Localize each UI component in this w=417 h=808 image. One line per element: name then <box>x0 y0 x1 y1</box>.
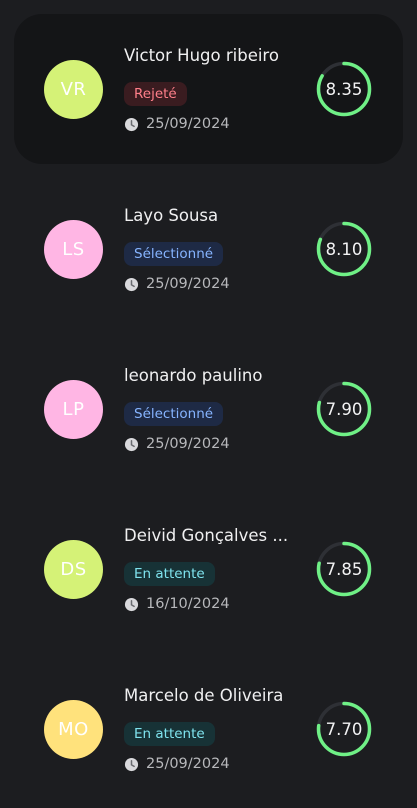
candidate-list: VR Victor Hugo ribeiro Rejeté 25/09/2024… <box>0 0 417 808</box>
clock-icon <box>124 757 139 771</box>
application-date: 25/09/2024 <box>124 436 230 452</box>
avatar-initials: MO <box>58 719 89 740</box>
score-ring: 7.85 <box>315 540 373 598</box>
clock-icon <box>124 597 139 611</box>
avatar: DS <box>44 540 103 599</box>
date-text: 25/09/2024 <box>146 756 230 772</box>
candidate-name: leonardo paulino <box>124 366 263 385</box>
avatar: VR <box>44 60 103 119</box>
status-label: Rejeté <box>134 86 177 102</box>
date-text: 25/09/2024 <box>146 436 230 452</box>
clock-icon <box>124 117 139 131</box>
score-ring: 8.35 <box>315 60 373 118</box>
candidate-card[interactable]: DS Deivid Gonçalves ... En attente 16/10… <box>14 494 403 644</box>
status-badge: En attente <box>124 562 215 586</box>
avatar-initials: DS <box>60 559 87 580</box>
clock-icon <box>124 437 139 451</box>
avatar: MO <box>44 700 103 759</box>
candidate-name: Deivid Gonçalves ... <box>124 526 289 545</box>
avatar: LS <box>44 220 103 279</box>
application-date: 25/09/2024 <box>124 276 230 292</box>
score-value: 8.10 <box>325 239 363 259</box>
status-label: En attente <box>134 566 205 582</box>
clock-icon <box>124 277 139 291</box>
status-badge: Rejeté <box>124 82 187 106</box>
status-label: En attente <box>134 726 205 742</box>
score-ring: 8.10 <box>315 220 373 278</box>
score-value: 7.90 <box>325 399 363 419</box>
avatar-initials: LS <box>62 239 85 260</box>
status-badge: Sélectionné <box>124 402 224 426</box>
avatar: LP <box>44 380 103 439</box>
status-badge: Sélectionné <box>124 242 224 266</box>
score-value: 8.35 <box>325 79 363 99</box>
date-text: 25/09/2024 <box>146 116 230 132</box>
score-ring: 7.90 <box>315 380 373 438</box>
candidate-card[interactable]: LS Layo Sousa Sélectionné 25/09/2024 8.1… <box>14 174 403 324</box>
avatar-initials: LP <box>62 399 85 420</box>
status-badge: En attente <box>124 722 215 746</box>
candidate-card[interactable]: LP leonardo paulino Sélectionné 25/09/20… <box>14 334 403 484</box>
score-value: 7.70 <box>325 719 363 739</box>
candidate-card[interactable]: VR Victor Hugo ribeiro Rejeté 25/09/2024… <box>14 14 403 164</box>
application-date: 16/10/2024 <box>124 596 230 612</box>
date-text: 25/09/2024 <box>146 276 230 292</box>
application-date: 25/09/2024 <box>124 116 230 132</box>
score-value: 7.85 <box>325 559 363 579</box>
date-text: 16/10/2024 <box>146 596 230 612</box>
avatar-initials: VR <box>60 79 87 100</box>
status-label: Sélectionné <box>134 406 214 422</box>
score-ring: 7.70 <box>315 700 373 758</box>
application-date: 25/09/2024 <box>124 756 230 772</box>
status-label: Sélectionné <box>134 246 214 262</box>
candidate-card[interactable]: MO Marcelo de Oliveira En attente 25/09/… <box>14 654 403 804</box>
candidate-name: Layo Sousa <box>124 206 219 225</box>
candidate-name: Marcelo de Oliveira <box>124 686 284 705</box>
candidate-name: Victor Hugo ribeiro <box>124 46 279 65</box>
